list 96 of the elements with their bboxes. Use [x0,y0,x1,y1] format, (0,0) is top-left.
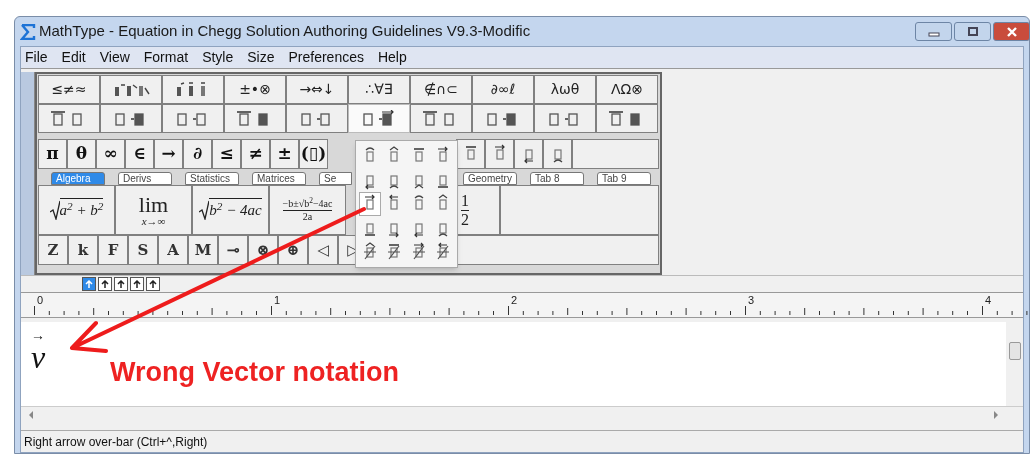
symbol-button[interactable]: Z [38,235,68,265]
radical-icon [199,200,210,220]
template-palette-button[interactable] [534,104,596,133]
expression-button[interactable]: a$^{2}$ + b$^{2}$ [38,185,115,235]
symbol-palette-button[interactable]: ΛΩ⊗ [596,75,658,104]
palette-tab[interactable]: Derivs [118,172,172,185]
symbol-button[interactable]: ≤ [212,139,241,169]
vertical-scrollbar[interactable] [1006,322,1023,406]
scroll-right-icon [993,411,998,419]
vector-equation: → v [31,330,46,372]
palette-tab[interactable]: Matrices [252,172,306,185]
symbol-palette-button[interactable]: ∂∞ℓ [472,75,534,104]
template-palette-button[interactable] [224,104,286,133]
menu-item[interactable]: File [25,47,48,68]
menu-item[interactable]: Format [143,47,189,68]
menu-item[interactable]: Edit [61,47,86,68]
template-button[interactable] [456,139,485,169]
symbol-button[interactable]: ∞ [96,139,125,169]
symbol-palette-button[interactable]: ≤≠≈ [38,75,100,104]
ruler-label: 2 [510,295,519,306]
symbol-palette-button[interactable]: ±•⊗ [224,75,286,104]
symbol-palette-button[interactable] [100,75,162,104]
palette-tab[interactable]: Se [319,172,352,185]
window-title: MathType - Equation in Chegg Solution Authoring Guidelines V9.3-Modific [39,21,531,42]
annotation-text: Wrong Vector notation [110,356,399,389]
palette-tab[interactable]: Statistics [185,172,239,185]
menu-item[interactable]: Size [247,47,275,68]
palette-tab[interactable]: Tab 8 [530,172,584,185]
symbol-button[interactable]: ◁ [308,235,338,265]
template-icon [435,242,450,262]
scroll-left-icon [29,411,34,419]
template-palette-button[interactable] [410,104,472,133]
symbol-button[interactable]: ∈ [125,139,154,169]
accent-template-option[interactable] [359,192,382,216]
menu-item[interactable]: View [99,47,130,68]
template-icon [363,242,378,262]
symbol-palette-button[interactable] [162,75,224,104]
symbol-button[interactable]: A [158,235,188,265]
template-palette-button[interactable] [472,104,534,133]
palette-tab[interactable]: Algebra [51,172,105,185]
symbol-palette-button[interactable]: →⇔↓ [286,75,348,104]
template-icon [387,242,402,262]
template-palette-button[interactable] [348,104,410,133]
close-icon [1005,26,1018,37]
arrow-up-icon [117,279,125,289]
symbol-button[interactable]: (▯) [299,139,328,169]
expression-button[interactable]: lim x→∞ [115,185,192,235]
arrow-up-icon [85,279,93,289]
tab-icon-button[interactable] [82,277,96,291]
symbol-button[interactable]: ≠ [241,139,270,169]
symbol-button[interactable]: S [128,235,158,265]
symbol-button[interactable]: → [154,139,183,169]
tab-icon-button[interactable] [130,277,144,291]
ruler-label: 4 [984,295,993,306]
maximize-button[interactable] [954,22,991,41]
expression-button[interactable]: b$^{2}$ − 4ac [192,185,269,235]
symbol-button[interactable]: θ [67,139,96,169]
sigma-icon [20,23,36,40]
symbol-palette-button[interactable]: ∴∀∃ [348,75,410,104]
arrow-up-icon [133,279,141,289]
ruler-label: 0 [36,295,45,306]
arrow-up-icon [101,279,109,289]
symbol-palette-button[interactable]: ∉∩⊂ [410,75,472,104]
template-icon [411,242,426,262]
expression-button[interactable]: −b±√b$^{2}$−4ac 2a [269,185,346,235]
template-palette-button[interactable] [162,104,224,133]
close-button[interactable] [993,22,1030,41]
template-palette-button[interactable] [596,104,658,133]
tab-icon-button[interactable] [114,277,128,291]
template-palette-button[interactable] [286,104,348,133]
status-text: Right arrow over-bar (Ctrl+^,Right) [24,433,208,451]
palette-tab[interactable]: Geometry [463,172,517,185]
menu-item[interactable]: Style [202,47,234,68]
radical-icon [49,200,60,220]
template-button[interactable] [485,139,514,169]
symbol-button[interactable]: ⊸ [218,235,248,265]
palette-tab[interactable]: Tab 9 [597,172,651,185]
tab-icon-button[interactable] [98,277,112,291]
menu-item[interactable]: Help [377,47,407,68]
menu-item[interactable]: Preferences [288,47,364,68]
tab-icon-button[interactable] [146,277,160,291]
ruler-label: 3 [747,295,756,306]
symbol-button[interactable]: F [98,235,128,265]
template-palette-button[interactable] [38,104,100,133]
template-palette-button[interactable] [100,104,162,133]
symbol-button[interactable]: π [38,139,67,169]
symbol-button[interactable]: ∂ [183,139,212,169]
symbol-button[interactable]: k [68,235,98,265]
symbol-palette-button[interactable]: λωθ [534,75,596,104]
maximize-icon [966,26,979,37]
symbol-button[interactable]: M [188,235,218,265]
symbol-button[interactable]: ± [270,139,299,169]
template-button[interactable] [543,139,572,169]
ruler-label: 1 [273,295,282,306]
template-button[interactable] [514,139,543,169]
arrow-up-icon [149,279,157,289]
